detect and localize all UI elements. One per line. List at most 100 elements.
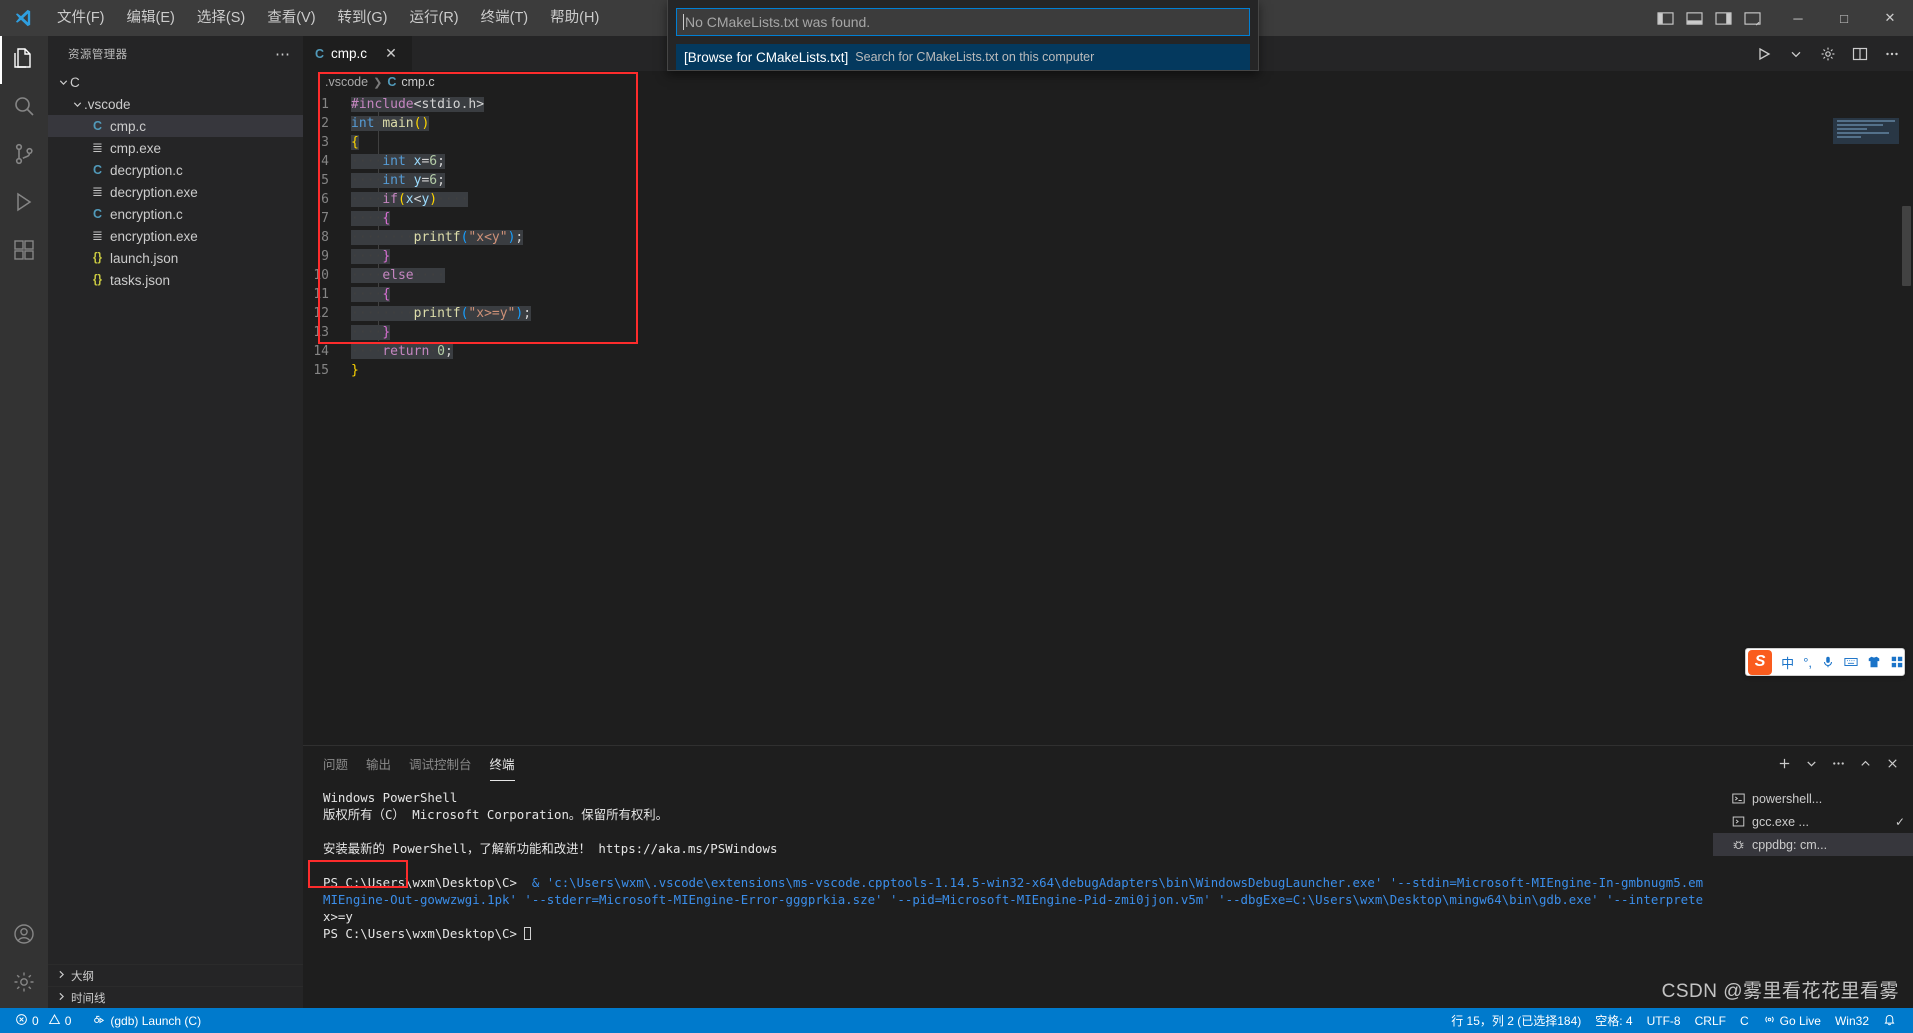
quick-pick-item-description: Search for CMakeLists.txt on this comput… — [855, 50, 1095, 64]
tree-item-decryption-exe[interactable]: ≣ decryption.exe — [48, 181, 303, 203]
menu-item-selection[interactable]: 选择(S) — [186, 0, 256, 36]
line-number: 7 — [321, 211, 329, 226]
status-launch-config[interactable]: (gdb) Launch (C) — [86, 1008, 208, 1033]
terminal-dropdown-icon[interactable] — [1800, 753, 1822, 775]
breadcrumb-item-folder[interactable]: .vscode — [325, 75, 368, 89]
tree-item-label: encryption.c — [110, 206, 183, 222]
terminal-cmd-icon — [1731, 814, 1746, 829]
terminal-list-item-label: powershell... — [1752, 791, 1823, 806]
panel-tabs: 问题 输出 调试控制台 终端 — [303, 746, 1913, 781]
terminal-command-wrap: MIEngine-Out-gowwzwgi.1pk' '--stderr=Mic… — [323, 892, 1703, 907]
editor-scrollbar[interactable] — [1902, 206, 1911, 286]
code-line: 5 ····int·y=6; — [303, 171, 1913, 190]
settings-gear-icon[interactable] — [1815, 41, 1841, 67]
status-indentation[interactable]: 空格: 4 — [1588, 1008, 1639, 1033]
status-go-live-label: Go Live — [1779, 1013, 1821, 1028]
menu-item-terminal[interactable]: 终端(T) — [470, 0, 540, 36]
customize-layout-icon[interactable] — [1739, 5, 1765, 31]
tree-item-label: encryption.exe — [110, 228, 198, 244]
panel-tab-terminal[interactable]: 终端 — [489, 746, 515, 781]
status-problems[interactable]: 0 0 — [8, 1008, 78, 1033]
chevron-right-icon: ❯ — [373, 76, 383, 89]
editor-tab-cmp-c[interactable]: C cmp.c ✕ — [303, 36, 413, 71]
activity-bar-item-search[interactable] — [0, 84, 48, 132]
close-panel-icon[interactable] — [1881, 753, 1903, 775]
tree-item-folder-vscode[interactable]: .vscode — [48, 93, 303, 115]
activity-bar-item-accounts[interactable] — [0, 912, 48, 960]
tree-item-cmp-c[interactable]: C cmp.c — [48, 115, 303, 137]
status-platform[interactable]: Win32 — [1828, 1008, 1876, 1033]
sidebar-section-outline[interactable]: 大纲 — [48, 964, 303, 986]
sidebar-more-actions-icon[interactable]: ⋯ — [275, 45, 291, 63]
status-eol[interactable]: CRLF — [1688, 1008, 1733, 1033]
window-close-button[interactable]: ✕ — [1867, 0, 1913, 36]
more-actions-icon[interactable] — [1827, 753, 1849, 775]
tree-item-tasks-json[interactable]: {} tasks.json — [48, 269, 303, 291]
code-line: 13 ····} — [303, 323, 1913, 342]
code-editor[interactable]: 1 #include<stdio.h> 2 int·main() 3 { 4 ·… — [303, 93, 1913, 378]
apps-icon[interactable] — [1890, 655, 1904, 669]
menu-item-edit[interactable]: 编辑(E) — [116, 0, 186, 36]
activity-bar-item-source-control[interactable] — [0, 132, 48, 180]
line-number: 12 — [313, 306, 329, 321]
status-language-mode[interactable]: C — [1733, 1008, 1756, 1033]
terminal-list-item-cppdbg[interactable]: cppdbg: cm... — [1713, 833, 1913, 856]
status-encoding[interactable]: UTF-8 — [1640, 1008, 1688, 1033]
toggle-panel-icon[interactable] — [1681, 5, 1707, 31]
ime-punctuation-toggle[interactable]: °, — [1803, 655, 1812, 670]
editor-tab-label: cmp.c — [331, 46, 368, 61]
tree-item-decryption-c[interactable]: C decryption.c — [48, 159, 303, 181]
panel-tab-output[interactable]: 输出 — [366, 746, 391, 781]
breadcrumb-item-file[interactable]: cmp.c — [401, 75, 434, 89]
run-dropdown-icon[interactable] — [1783, 41, 1809, 67]
activity-bar-item-extensions[interactable] — [0, 228, 48, 276]
activity-bar-item-run-debug[interactable] — [0, 180, 48, 228]
close-icon[interactable]: ✕ — [382, 45, 400, 62]
quick-pick-input[interactable]: No CMakeLists.txt was found. — [676, 8, 1250, 36]
run-button[interactable] — [1751, 41, 1777, 67]
menu-bar[interactable]: 文件(F) 编辑(E) 选择(S) 查看(V) 转到(G) 运行(R) 终端(T… — [46, 0, 610, 36]
terminal-list-item-powershell[interactable]: powershell... — [1713, 787, 1913, 810]
terminal-list-item-gcc[interactable]: gcc.exe ... ✓ — [1713, 810, 1913, 833]
keyboard-icon[interactable] — [1844, 655, 1858, 669]
toggle-secondary-sidebar-icon[interactable] — [1710, 5, 1736, 31]
minimap[interactable] — [1833, 118, 1899, 144]
split-editor-icon[interactable] — [1847, 41, 1873, 67]
c-file-icon: C — [387, 75, 397, 89]
more-actions-icon[interactable] — [1879, 41, 1905, 67]
sogou-ime-logo-icon[interactable]: S — [1748, 649, 1773, 675]
menu-item-go[interactable]: 转到(G) — [327, 0, 399, 36]
toggle-primary-sidebar-icon[interactable] — [1652, 5, 1678, 31]
skin-icon[interactable] — [1867, 655, 1881, 669]
menu-item-view[interactable]: 查看(V) — [256, 0, 326, 36]
status-cursor-position[interactable]: 行 15，列 2 (已选择184) — [1444, 1008, 1588, 1033]
menu-item-file[interactable]: 文件(F) — [46, 0, 116, 36]
menu-item-run[interactable]: 运行(R) — [398, 0, 469, 36]
activity-bar-item-explorer[interactable] — [0, 36, 48, 84]
activity-bar-item-settings[interactable] — [0, 960, 48, 1008]
breadcrumb[interactable]: .vscode ❯ C cmp.c — [303, 71, 1913, 93]
panel-tab-problems[interactable]: 问题 — [323, 746, 348, 781]
status-go-live[interactable]: Go Live — [1756, 1008, 1828, 1033]
tree-item-launch-json[interactable]: {} launch.json — [48, 247, 303, 269]
panel-tab-debug-console[interactable]: 调试控制台 — [409, 746, 472, 781]
tree-item-folder-c[interactable]: C — [48, 71, 303, 93]
tree-item-encryption-c[interactable]: C encryption.c — [48, 203, 303, 225]
terminal-prompt: PS C:\Users\wxm\Desktop\C> — [323, 926, 525, 941]
menu-item-help[interactable]: 帮助(H) — [539, 0, 610, 36]
window-maximize-button[interactable]: □ — [1821, 0, 1867, 36]
new-terminal-icon[interactable] — [1773, 753, 1795, 775]
quick-pick-item-browse[interactable]: [Browse for CMakeLists.txt] Search for C… — [676, 44, 1250, 70]
terminal-output[interactable]: Windows PowerShell 版权所有（C） Microsoft Cor… — [313, 781, 1703, 1008]
window-minimize-button[interactable]: ─ — [1775, 0, 1821, 36]
text-caret — [683, 14, 684, 30]
ime-language-toggle[interactable]: 中 — [1781, 653, 1794, 672]
c-file-icon: C — [315, 46, 325, 61]
ime-toolbar[interactable]: S 中 °, — [1745, 648, 1905, 676]
sidebar-section-timeline[interactable]: 时间线 — [48, 986, 303, 1008]
status-notifications[interactable] — [1876, 1008, 1903, 1033]
tree-item-cmp-exe[interactable]: ≣ cmp.exe — [48, 137, 303, 159]
maximize-panel-icon[interactable] — [1854, 753, 1876, 775]
tree-item-encryption-exe[interactable]: ≣ encryption.exe — [48, 225, 303, 247]
microphone-icon[interactable] — [1821, 655, 1835, 669]
